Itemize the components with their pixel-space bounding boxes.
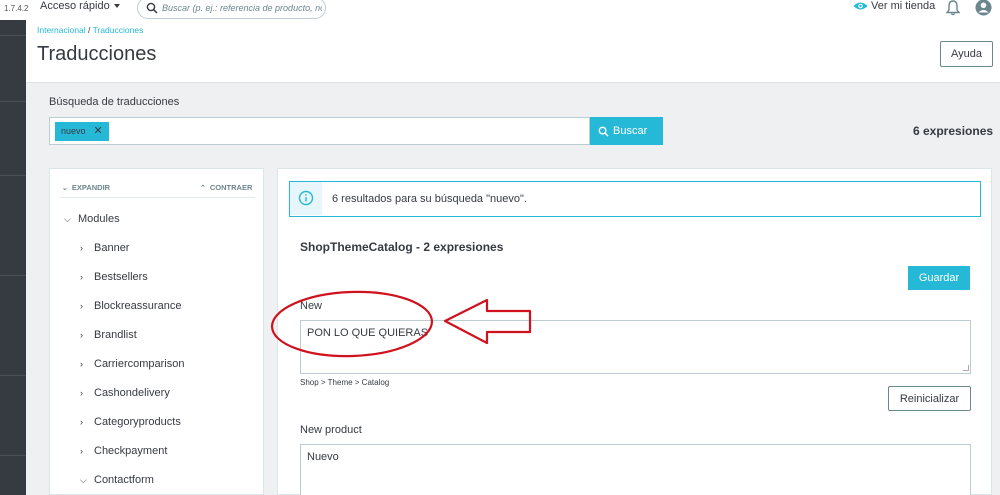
translation-textarea-new[interactable]: PON LO QUE QUIERAS (300, 320, 971, 374)
info-alert: 6 resultados para su búsqueda "nuevo". (289, 181, 981, 217)
chevron-right-icon: › (80, 388, 83, 398)
eye-icon (853, 2, 868, 10)
translation-tree: ⌄ EXPANDIR ⌃ CONTRAER ⌵ Modules › Banner › Be… (49, 168, 264, 495)
global-search[interactable] (137, 0, 326, 19)
tree-node-label: Blockreassurance (94, 300, 182, 312)
chevron-right-icon: › (80, 446, 83, 456)
sidebar-divider (0, 175, 26, 176)
reset-button[interactable]: Reinicializar (888, 386, 971, 411)
search-label: Búsqueda de traducciones (49, 96, 180, 108)
tree-node-checkpayment[interactable]: › Checkpayment (80, 445, 167, 457)
tree-node-label: Checkpayment (94, 445, 168, 457)
remove-tag-icon[interactable]: ✕ (94, 125, 103, 137)
field-label-new-product: New product (300, 424, 362, 436)
search-button-label: Buscar (613, 125, 648, 137)
sidebar-divider (0, 275, 26, 276)
chevron-right-icon: › (80, 417, 83, 427)
save-button[interactable]: Guardar (908, 266, 970, 290)
tree-node-label: Carriercomparison (94, 358, 185, 370)
info-icon-box (290, 182, 322, 215)
breadcrumb: Internacional / Traducciones (37, 25, 143, 35)
search-tag-label: nuevo (61, 126, 86, 136)
info-icon (298, 190, 314, 206)
expand-label: EXPANDIR (71, 183, 111, 192)
tree-node-label: Cashondelivery (94, 387, 170, 399)
tree-node-label: Brandlist (94, 329, 137, 341)
view-shop-label: Ver mi tienda (871, 0, 936, 12)
sidebar-divider (0, 455, 26, 456)
tree-node-carriercomparison[interactable]: › Carriercomparison (80, 358, 184, 370)
chevron-up-icon: ⌃ (200, 185, 206, 192)
tree-node-contactform[interactable]: ⌵ Contactform (80, 474, 154, 486)
tree-node-label: Bestsellers (94, 271, 148, 283)
page-header: Internacional / Traducciones Traduccione… (26, 20, 1000, 83)
alert-message: 6 resultados para su búsqueda "nuevo". (332, 193, 527, 205)
search-tag: nuevo ✕ (55, 122, 109, 141)
version-label: 1.7.4.2 (4, 4, 29, 13)
tree-node-banner[interactable]: › Banner (80, 242, 129, 254)
resize-grip-icon[interactable] (963, 365, 969, 371)
chevron-right-icon: › (80, 359, 83, 369)
chevron-right-icon: › (80, 243, 83, 253)
tree-node-label: Modules (78, 213, 120, 225)
user-avatar-icon[interactable] (975, 0, 992, 16)
expand-button[interactable]: ⌄ EXPANDIR (62, 183, 110, 192)
search-icon (598, 126, 609, 137)
caret-down-icon (113, 4, 120, 9)
tree-node-blockreassurance[interactable]: › Blockreassurance (80, 300, 181, 312)
chevron-down-icon: ⌄ (62, 185, 68, 192)
left-sidebar (0, 20, 26, 495)
tree-node-categoryproducts[interactable]: › Categoryproducts (80, 416, 181, 428)
search-button[interactable]: Buscar (590, 117, 663, 145)
tree-node-bestsellers[interactable]: › Bestsellers (80, 271, 148, 283)
top-bar: 1.7.4.2 Acceso rápido Ver mi tienda (0, 0, 1000, 20)
tree-node-cashondelivery[interactable]: › Cashondelivery (80, 387, 170, 399)
domain-title: ShopThemeCatalog - 2 expresiones (300, 240, 504, 254)
breadcrumb-translations[interactable]: Traducciones (93, 25, 144, 35)
field-path: Shop > Theme > Catalog (300, 378, 390, 387)
page-title: Traducciones (37, 43, 157, 65)
help-button[interactable]: Ayuda (940, 41, 993, 67)
collapse-button[interactable]: ⌃ CONTRAER (200, 183, 252, 192)
translation-search-input[interactable]: nuevo ✕ (49, 117, 590, 145)
chevron-down-icon: ⌵ (80, 475, 87, 485)
sidebar-divider (0, 35, 26, 36)
sidebar-divider (0, 101, 26, 102)
tree-divider (60, 197, 255, 198)
global-search-input[interactable] (162, 0, 322, 16)
quick-access-label: Acceso rápido (40, 0, 110, 12)
textarea-value: PON LO QUE QUIERAS (307, 327, 429, 339)
tree-node-label: Banner (94, 242, 130, 254)
tree-node-label: Categoryproducts (94, 416, 181, 428)
expression-count: 6 expresiones (913, 124, 994, 138)
translations-panel: 6 resultados para su búsqueda "nuevo". S… (277, 168, 992, 495)
tree-node-brandlist[interactable]: › Brandlist (80, 329, 137, 341)
bell-icon[interactable] (946, 0, 960, 16)
view-shop-link[interactable]: Ver mi tienda (853, 0, 935, 12)
search-icon (146, 2, 158, 14)
sidebar-divider (0, 375, 26, 376)
translation-textarea-new-product[interactable]: Nuevo (300, 444, 971, 495)
tree-node-modules[interactable]: ⌵ Modules (64, 213, 120, 225)
field-label-new: New (300, 300, 323, 312)
tree-node-label: Contactform (94, 474, 154, 486)
chevron-right-icon: › (80, 301, 83, 311)
breadcrumb-international[interactable]: Internacional (37, 25, 86, 35)
chevron-right-icon: › (80, 330, 83, 340)
textarea-value: Nuevo (307, 451, 339, 463)
chevron-right-icon: › (80, 272, 83, 282)
breadcrumb-separator: / (85, 25, 93, 35)
quick-access-menu[interactable]: Acceso rápido (40, 0, 120, 12)
chevron-down-icon: ⌵ (64, 214, 71, 224)
collapse-label: CONTRAER (209, 183, 253, 192)
